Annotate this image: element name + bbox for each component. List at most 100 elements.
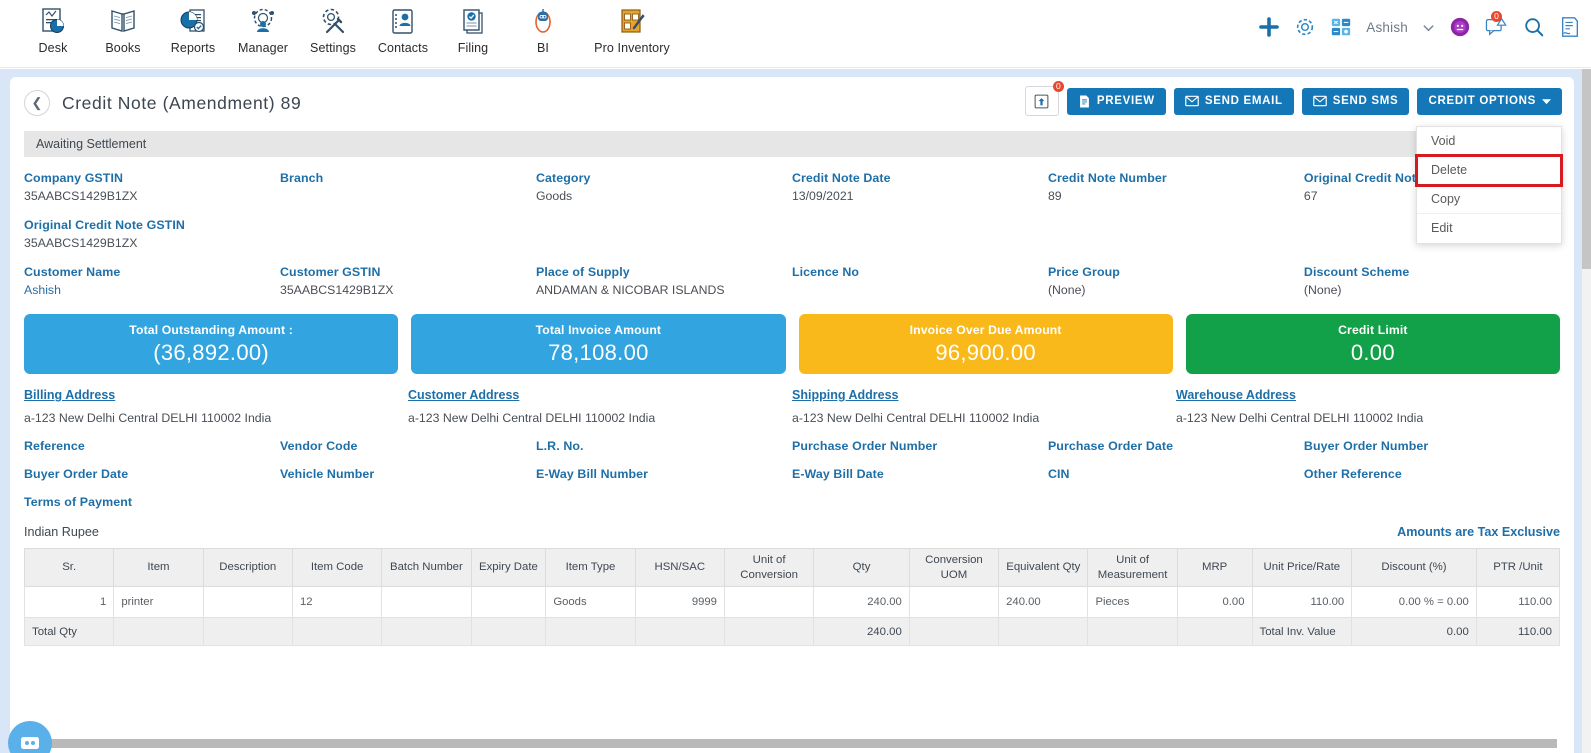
summary-label: Invoice Over Due Amount: [909, 322, 1062, 337]
summary-label: Total Outstanding Amount :: [129, 322, 293, 337]
address-title[interactable]: Shipping Address: [792, 388, 1162, 402]
reports-pie-icon: [176, 4, 210, 38]
avatar-icon[interactable]: [1449, 16, 1471, 38]
field-eway-bill-date: E-Way Bill Date: [792, 453, 1048, 481]
address-title[interactable]: Warehouse Address: [1176, 388, 1546, 402]
cell-discount: 0.00 % = 0.00: [1351, 586, 1477, 618]
field-spacer: [1048, 481, 1304, 509]
status-label: Awaiting Settlement: [36, 137, 147, 151]
summary-card-total-invoice: Total Invoice Amount 78,108.00: [411, 314, 786, 374]
table-row[interactable]: 1 printer 12 Goods 9999 240.00 240.00 Pi…: [23, 586, 1561, 618]
horizontal-scrollbar-thumb[interactable]: [34, 739, 1557, 748]
back-button[interactable]: ❮: [24, 90, 50, 116]
col-discount: Discount (%): [1351, 548, 1477, 587]
field-value: 35AABCS1429B1ZX: [279, 283, 394, 297]
field-cin: CIN: [1048, 453, 1304, 481]
field-category: Category Goods: [536, 157, 792, 204]
col-description: Description: [202, 548, 293, 587]
horizontal-scrollbar[interactable]: [34, 739, 1557, 748]
chevron-left-icon: ❮: [31, 95, 43, 110]
summary-value: 78,108.00: [548, 339, 649, 365]
summary-card-total-outstanding: Total Outstanding Amount : (36,892.00): [24, 314, 399, 374]
preview-button[interactable]: PREVIEW: [1066, 87, 1166, 115]
cell-ptr-unit: 110.00: [1475, 586, 1561, 618]
tax-note-label: Amounts are Tax Exclusive: [1397, 525, 1560, 539]
nav-label: Contacts: [377, 41, 429, 55]
col-hsn-sac: HSN/SAC: [634, 548, 725, 587]
nav-item-filing[interactable]: Filing: [438, 2, 508, 55]
user-name[interactable]: Ashish: [1366, 20, 1408, 35]
settings-tools-icon: [316, 4, 350, 38]
notes-icon[interactable]: [1559, 16, 1581, 38]
col-item-type: Item Type: [545, 548, 636, 587]
main-nav: Desk Books Reports Manager Settings Cont…: [18, 0, 686, 55]
dropdown-item-label: Delete: [1431, 162, 1468, 177]
field-value: [792, 283, 1040, 298]
field-spacer: [792, 204, 1048, 251]
address-title[interactable]: Customer Address: [408, 388, 778, 402]
nav-item-contacts[interactable]: Contacts: [368, 2, 438, 55]
vertical-scrollbar[interactable]: [1582, 69, 1591, 753]
field-branch: Branch: [280, 157, 536, 204]
search-icon[interactable]: [1523, 16, 1545, 38]
field-value: 13/09/2021: [791, 189, 854, 203]
total-blank: [634, 617, 725, 646]
nav-item-desk[interactable]: Desk: [18, 2, 88, 55]
total-blank: [908, 617, 1000, 646]
summary-label: Total Invoice Amount: [535, 322, 662, 337]
col-ptr-unit: PTR /Unit: [1475, 548, 1561, 587]
dropdown-item-edit[interactable]: Edit: [1417, 213, 1561, 243]
summary-value: (36,892.00): [153, 339, 270, 365]
field-label: Original Credit Note GSTIN: [24, 218, 185, 232]
address-title[interactable]: Billing Address: [24, 388, 394, 402]
credit-options-button[interactable]: CREDIT OPTIONS: [1417, 87, 1562, 115]
chat-bubble-icon[interactable]: 0: [1485, 11, 1509, 38]
field-label: Vehicle Number: [279, 467, 375, 481]
cell-batch-number: [381, 586, 472, 618]
items-table-head: Sr. Item Description Item Code Batch Num…: [23, 548, 1561, 587]
field-label: E-Way Bill Date: [791, 467, 884, 481]
cell-unit-price-rate: 110.00: [1251, 586, 1353, 618]
field-licence-no: Licence No: [792, 251, 1048, 298]
send-email-button[interactable]: SEND EMAIL: [1173, 87, 1294, 115]
upload-attachment-button[interactable]: 0: [1024, 81, 1064, 116]
apps-grid-icon[interactable]: [1330, 16, 1352, 38]
button-label: SEND EMAIL: [1204, 95, 1283, 107]
nav-item-manager[interactable]: Manager: [228, 2, 298, 55]
field-label: Vendor Code: [279, 439, 358, 453]
gear-icon[interactable]: [1294, 16, 1316, 38]
nav-item-pro-inventory[interactable]: Pro Inventory: [578, 2, 686, 55]
nav-item-bi[interactable]: BI: [508, 2, 578, 55]
field-label: Purchase Order Number: [791, 439, 938, 453]
field-label: Company GSTIN: [24, 171, 124, 185]
details-row-3: Customer Name Ashish Customer GSTIN 35AA…: [24, 251, 1560, 298]
send-sms-button[interactable]: SEND SMS: [1301, 87, 1410, 115]
nav-label: Pro Inventory: [594, 41, 670, 55]
credit-note-card: ❮ Credit Note (Amendment) 89 0 PREVIEW S…: [10, 77, 1574, 753]
address-text: a-123 New Delhi Central DELHI 110002 Ind…: [408, 411, 656, 425]
field-spacer: [792, 481, 1048, 509]
topbar-right-actions: Ashish 0: [1258, 11, 1581, 38]
nav-item-books[interactable]: Books: [88, 2, 158, 55]
dropdown-item-void[interactable]: Void: [1417, 126, 1561, 156]
reference-row-3: Terms of Payment: [24, 481, 1560, 509]
dropdown-item-copy[interactable]: Copy: [1417, 184, 1561, 214]
nav-item-settings[interactable]: Settings: [298, 2, 368, 55]
chevron-down-icon[interactable]: [1422, 21, 1435, 34]
total-blank: [998, 617, 1089, 646]
cell-qty: 240.00: [813, 586, 910, 618]
field-price-group: Price Group (None): [1048, 251, 1304, 298]
plus-icon[interactable]: [1258, 16, 1280, 38]
vertical-scrollbar-thumb[interactable]: [1582, 69, 1591, 269]
currency-label: Indian Rupee: [24, 525, 99, 539]
address-warehouse: Warehouse Address a-123 New Delhi Centra…: [1176, 388, 1560, 425]
col-mrp: MRP: [1176, 548, 1253, 587]
field-spacer: [280, 204, 536, 251]
nav-item-reports[interactable]: Reports: [158, 2, 228, 55]
top-app-bar: Desk Books Reports Manager Settings Cont…: [0, 0, 1591, 68]
dropdown-item-delete[interactable]: Delete: [1415, 153, 1563, 187]
cell-item[interactable]: printer: [113, 586, 204, 618]
manager-gear-people-icon: [246, 4, 280, 38]
field-value[interactable]: Ashish: [24, 283, 272, 298]
filing-documents-icon: [456, 4, 490, 38]
